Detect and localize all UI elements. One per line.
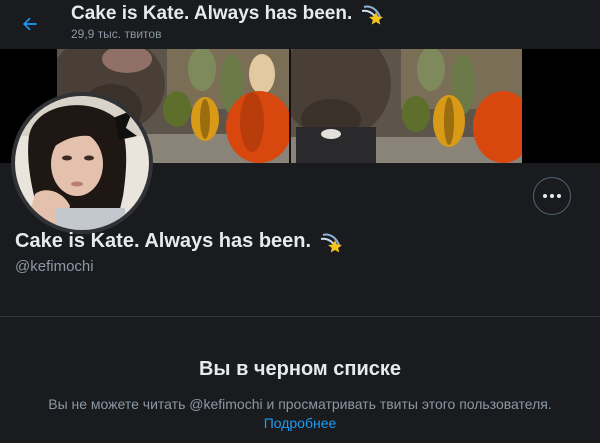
avatar-image bbox=[15, 96, 149, 230]
profile-handle: @kefimochi bbox=[15, 258, 94, 275]
display-name-text: Cake is Kate. Always has been. bbox=[15, 230, 312, 252]
arrow-left-icon bbox=[23, 17, 37, 31]
more-dots-icon bbox=[557, 194, 561, 198]
header-title-text: Cake is Kate. Always has been. bbox=[71, 3, 353, 24]
tweet-count: 29,9 тыс. твитов bbox=[71, 27, 162, 41]
back-button[interactable] bbox=[14, 8, 46, 40]
shooting-star-icon bbox=[320, 233, 343, 252]
blocked-message: Вы не можете читать @kefimochi и просмат… bbox=[48, 396, 552, 412]
more-dots-icon bbox=[543, 194, 547, 198]
avatar[interactable] bbox=[11, 92, 153, 234]
more-options-button[interactable] bbox=[533, 177, 571, 215]
header-title: Cake is Kate. Always has been. bbox=[71, 3, 384, 25]
learn-more-link[interactable]: Подробнее bbox=[0, 415, 600, 431]
banner-image-right bbox=[291, 49, 522, 163]
profile-display-name: Cake is Kate. Always has been. bbox=[15, 230, 343, 253]
more-dots-icon bbox=[550, 194, 554, 198]
shooting-star-icon bbox=[362, 5, 384, 25]
section-divider bbox=[0, 316, 600, 317]
top-bar: Cake is Kate. Always has been. 29,9 тыс.… bbox=[0, 0, 600, 48]
blocked-title: Вы в черном списке bbox=[198, 358, 402, 380]
